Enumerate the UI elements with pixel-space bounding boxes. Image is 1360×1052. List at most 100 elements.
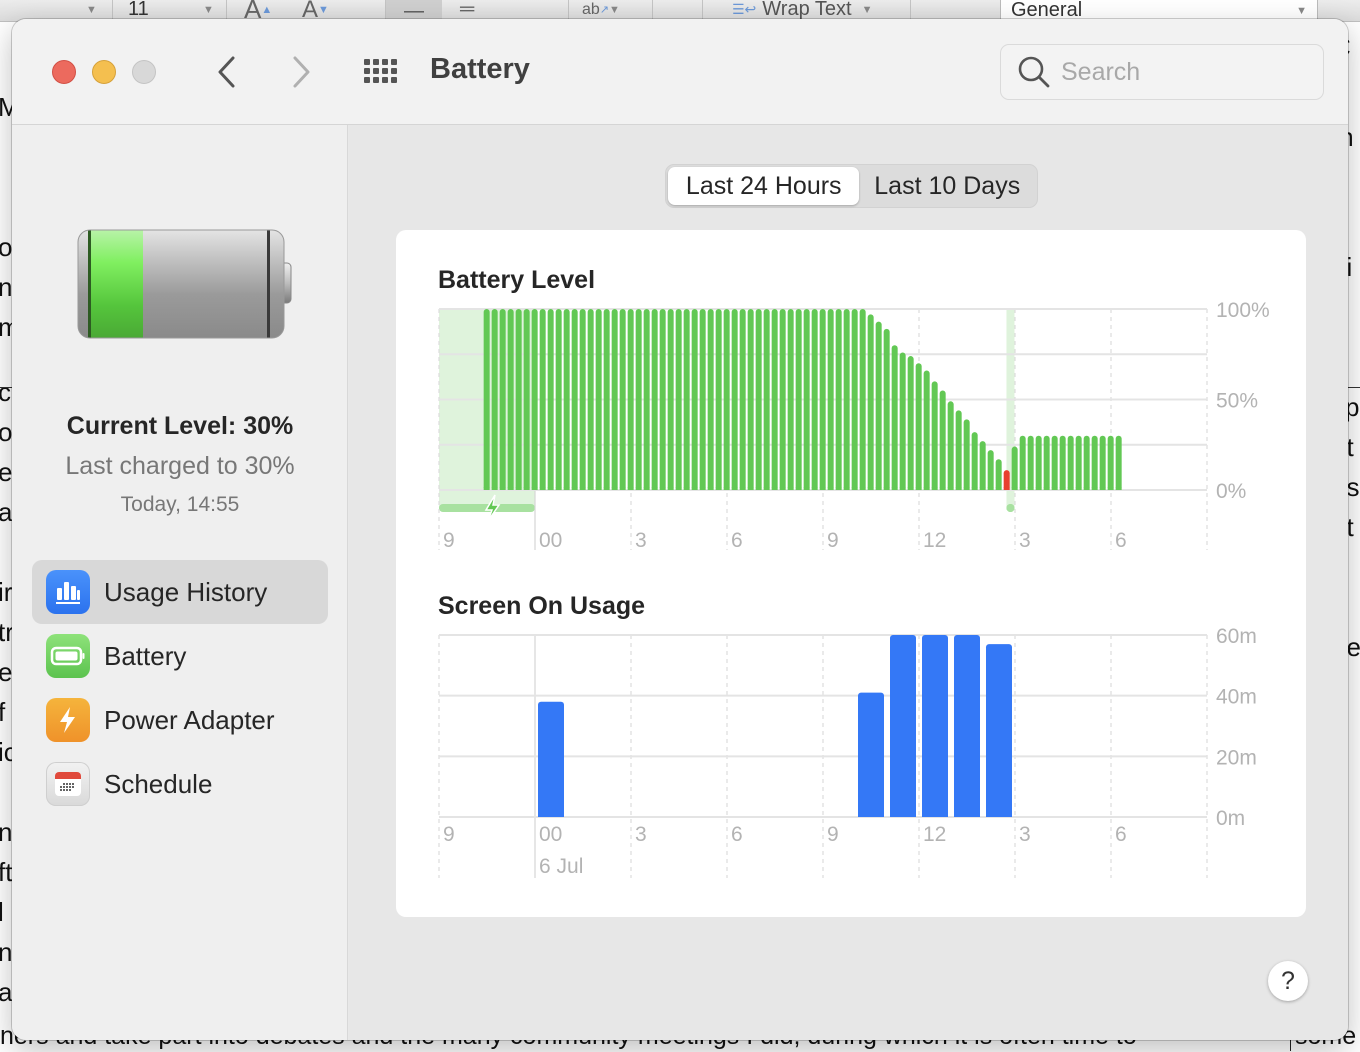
battery-level-bar — [787, 309, 794, 490]
battery-level-bar — [619, 309, 626, 490]
battery-level-bar — [515, 309, 522, 490]
battery-level-bar-base — [939, 487, 946, 490]
close-window-button[interactable] — [52, 60, 76, 84]
battery-level-bar-base — [739, 487, 746, 490]
battery-level-bar-base — [931, 487, 938, 490]
battery-level-bar-base — [507, 487, 514, 490]
battery-level-bar — [1107, 435, 1114, 490]
battery-level-bar — [539, 309, 546, 490]
battery-level-bar — [899, 352, 906, 490]
battery-level-bar-base — [547, 487, 554, 490]
battery-level-bar — [699, 309, 706, 490]
screen-usage-bar-base — [954, 813, 980, 817]
battery-level-bar — [779, 309, 786, 490]
battery-level-bar-base — [587, 487, 594, 490]
battery-level-bar — [739, 309, 746, 490]
title-bar: Battery — [12, 19, 1348, 125]
battery-level-bar-base — [867, 487, 874, 490]
wrap-text-icon: ☰↩ — [732, 1, 757, 17]
x-tick-label: 6 — [1115, 823, 1127, 846]
x-tick-label: 12 — [923, 823, 946, 846]
wrap-text-label: Wrap Text — [762, 0, 852, 20]
battery-preferences-window: Battery Search Current Level: 30% Last c… — [12, 19, 1348, 1040]
battery-fill — [90, 230, 143, 338]
battery-level-bar-base — [1027, 487, 1034, 490]
battery-level-bar — [771, 309, 778, 490]
x-tick-label: 9 — [827, 823, 839, 846]
screen-usage-bar-base — [538, 813, 564, 817]
help-button[interactable]: ? — [1268, 961, 1308, 1001]
battery-level-bar — [827, 309, 834, 490]
battery-level-bar-base — [747, 487, 754, 490]
back-button[interactable] — [212, 51, 242, 93]
battery-level-bar-base — [771, 487, 778, 490]
battery-level-bar-base — [803, 487, 810, 490]
battery-level-bar-base — [539, 487, 546, 490]
chevron-left-icon — [218, 56, 235, 88]
sidebar-item-usage-history[interactable]: Usage History — [32, 560, 328, 624]
battery-level-bar-base — [635, 487, 642, 490]
zoom-window-button[interactable] — [132, 60, 156, 84]
battery-level-bar-base — [1075, 487, 1082, 490]
screen-usage-bar-base — [890, 813, 916, 817]
battery-level-bar-base — [859, 487, 866, 490]
battery-level-bar-base — [907, 487, 914, 490]
battery-level-bar — [587, 309, 594, 490]
search-input[interactable] — [1061, 57, 1301, 87]
battery-level-bar-base — [979, 487, 986, 490]
sidebar-item-label: Usage History — [104, 576, 268, 607]
grid-icon — [364, 59, 397, 83]
battery-level-bar-base — [795, 487, 802, 490]
battery-level-bar — [1027, 435, 1034, 490]
battery-level-bar-base — [715, 487, 722, 490]
battery-level-bar — [707, 309, 714, 490]
battery-level-bar-base — [1083, 487, 1090, 490]
battery-level-bar-base — [1019, 487, 1026, 490]
background-text-fragment: a — [0, 497, 13, 527]
battery-level-bar — [819, 309, 826, 490]
battery-level-bar — [563, 309, 570, 490]
sidebar-item-label: Schedule — [104, 768, 213, 799]
battery-level-bar-base — [971, 487, 978, 490]
screen-usage-bar — [922, 635, 948, 817]
minimize-window-button[interactable] — [92, 60, 116, 84]
battery-level-bar-base — [1035, 487, 1042, 490]
battery-level-bar-base — [651, 487, 658, 490]
background-text-fragment: f — [0, 697, 6, 727]
battery-level-bar — [523, 309, 530, 490]
battery-level-bar-base — [611, 487, 618, 490]
battery-level-bar — [1059, 435, 1066, 490]
forward-button[interactable] — [286, 51, 316, 93]
last-charged-time: Today, 14:55 — [120, 493, 240, 516]
sidebar-item-schedule[interactable]: Schedule — [32, 752, 328, 816]
x-tick-label: 9 — [443, 823, 455, 846]
battery-level-bar — [867, 314, 874, 490]
battery-level-bar-base — [555, 487, 562, 490]
battery-level-bar — [835, 309, 842, 490]
battery-level-bar-base — [691, 487, 698, 490]
x-tick-label: 00 — [539, 529, 562, 552]
background-text-fragment: n — [0, 817, 13, 847]
battery-level-bar-base — [891, 487, 898, 490]
sidebar-item-battery[interactable]: Battery — [32, 624, 328, 688]
battery-level-bar-base — [683, 487, 690, 490]
tab-last-10-days[interactable]: Last 10 Days — [859, 167, 1035, 205]
tab-last-24-hours[interactable]: Last 24 Hours — [668, 167, 860, 205]
battery-level-bar — [851, 309, 858, 490]
battery-level-bar-base — [579, 487, 586, 490]
screen-usage-bar-base — [922, 813, 948, 817]
search-field[interactable] — [1000, 44, 1324, 100]
battery-level-bar-base — [987, 487, 994, 490]
battery-level-bar — [811, 309, 818, 490]
background-text-fragment: c — [0, 377, 11, 407]
show-all-button[interactable] — [362, 57, 402, 87]
sidebar-item-power-adapter[interactable]: Power Adapter — [32, 688, 328, 752]
battery-level-bar — [963, 419, 970, 490]
x-tick-label: 6 — [731, 823, 743, 846]
battery-level-bar-base — [563, 487, 570, 490]
screen-usage-bar — [538, 701, 564, 817]
battery-level-bar-base — [531, 487, 538, 490]
battery-level-graphic — [77, 229, 292, 339]
battery-level-bar — [531, 309, 538, 490]
battery-level-bar-base — [1115, 487, 1122, 490]
